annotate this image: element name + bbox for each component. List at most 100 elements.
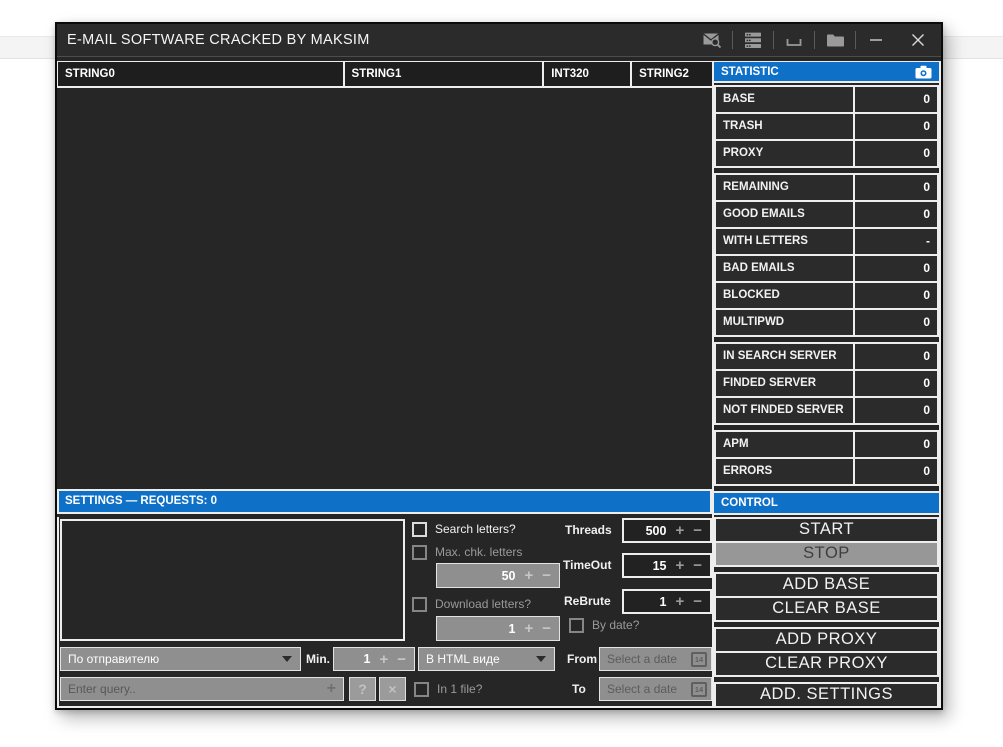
max-chk-letters-checkbox[interactable]: Max. chk. letters	[412, 544, 522, 560]
format-dropdown[interactable]: В HTML виде	[418, 647, 555, 671]
control-group-proxy: ADD PROXY CLEAR PROXY	[714, 627, 939, 677]
column-header-string2[interactable]: STRING2	[632, 62, 712, 88]
max-letters-stepper[interactable]: 50 + −	[436, 563, 560, 588]
results-list[interactable]	[57, 90, 712, 489]
stepper-value[interactable]: 500	[624, 524, 666, 538]
sender-dropdown[interactable]: По отправителю	[60, 647, 301, 671]
increment-icon[interactable]: +	[675, 558, 684, 573]
from-label: From	[567, 652, 597, 666]
stat-row: IN SEARCH SERVER0	[716, 344, 937, 369]
stepper-value[interactable]: 1	[334, 652, 370, 666]
decrement-icon[interactable]: −	[397, 652, 406, 667]
increment-icon[interactable]: +	[379, 652, 388, 667]
folder-icon[interactable]	[824, 30, 846, 50]
add-base-button[interactable]: ADD BASE	[716, 574, 937, 596]
min-label: Min.	[306, 652, 330, 666]
mail-search-icon[interactable]	[701, 30, 723, 50]
minimize-icon[interactable]	[865, 30, 887, 50]
stat-value: 0	[855, 459, 937, 484]
stat-label: MULTIPWD	[716, 310, 853, 335]
titlebar-separator	[855, 31, 856, 49]
from-date-picker[interactable]: Select a date 14	[599, 647, 712, 671]
stat-group-emails: REMAINING0 GOOD EMAILS0 WITH LETTERS- BA…	[714, 173, 939, 337]
add-query-icon[interactable]: +	[327, 681, 336, 697]
stat-row: NOT FINDED SERVER0	[716, 398, 937, 423]
increment-icon[interactable]: +	[675, 594, 684, 609]
checkbox-box[interactable]	[412, 545, 427, 560]
download-letters-checkbox[interactable]: Download letters?	[412, 596, 531, 612]
decrement-icon[interactable]: −	[542, 621, 551, 636]
in-one-file-checkbox[interactable]: In 1 file?	[414, 681, 482, 697]
clear-base-button[interactable]: CLEAR BASE	[716, 598, 937, 620]
stat-value: 0	[855, 371, 937, 396]
stat-label: TRASH	[716, 114, 853, 139]
stat-row: BASE0	[716, 87, 937, 112]
settings-header: SETTINGS — REQUESTS: 0	[57, 489, 712, 514]
stat-label: GOOD EMAILS	[716, 202, 853, 227]
titlebar-separator	[773, 31, 774, 49]
stat-value: 0	[855, 310, 937, 335]
increment-icon[interactable]: +	[524, 621, 533, 636]
increment-icon[interactable]: +	[675, 523, 684, 538]
timeout-stepper[interactable]: 15 + −	[622, 553, 712, 578]
stat-value: 0	[855, 432, 937, 457]
tray-icon[interactable]	[783, 30, 805, 50]
stat-value: 0	[855, 175, 937, 200]
stepper-value[interactable]: 50	[437, 569, 515, 583]
add-settings-button[interactable]: ADD. SETTINGS	[716, 684, 937, 706]
stepper-value[interactable]: 1	[437, 622, 515, 636]
increment-icon[interactable]: +	[524, 568, 533, 583]
dropdown-value: По отправителю	[61, 652, 282, 666]
settings-panel: Search letters? Max. chk. letters 50 + −…	[57, 517, 712, 708]
decrement-icon[interactable]: −	[542, 568, 551, 583]
camera-icon[interactable]	[915, 65, 932, 79]
column-header-string1[interactable]: STRING1	[345, 62, 545, 88]
decrement-icon[interactable]: −	[693, 594, 702, 609]
download-count-stepper[interactable]: 1 + −	[436, 616, 560, 641]
decrement-icon[interactable]: −	[693, 523, 702, 538]
stepper-value[interactable]: 1	[624, 595, 666, 609]
clear-proxy-button[interactable]: CLEAR PROXY	[716, 653, 937, 675]
stat-value: 0	[855, 398, 937, 423]
checkbox-box[interactable]	[569, 618, 584, 633]
threads-label: Threads	[565, 523, 612, 537]
checkbox-box[interactable]	[412, 522, 427, 537]
stepper-value[interactable]: 15	[624, 559, 666, 573]
threads-stepper[interactable]: 500 + −	[622, 518, 712, 543]
decrement-icon[interactable]: −	[693, 558, 702, 573]
window-title: E-MAIL SOFTWARE CRACKED BY MAKSIM	[57, 32, 370, 48]
rebrute-label: ReBrute	[564, 594, 611, 608]
checkbox-label: Max. chk. letters	[435, 545, 522, 559]
checkbox-box[interactable]	[414, 682, 429, 697]
column-header-string0[interactable]: STRING0	[58, 62, 345, 88]
dropdown-value: В HTML виде	[419, 652, 536, 666]
date-placeholder: Select a date	[600, 652, 691, 666]
checkbox-box[interactable]	[412, 597, 427, 612]
stat-group-misc: APM0 ERRORS0	[714, 430, 939, 486]
stat-label: BASE	[716, 87, 853, 112]
min-stepper[interactable]: 1 + −	[333, 647, 415, 671]
to-date-picker[interactable]: Select a date 14	[599, 677, 712, 701]
server-list-icon[interactable]	[742, 30, 764, 50]
add-proxy-button[interactable]: ADD PROXY	[716, 629, 937, 651]
stat-row: WITH LETTERS-	[716, 229, 937, 254]
query-help-button[interactable]: ?	[349, 677, 376, 701]
calendar-icon: 14	[691, 682, 707, 697]
rebrute-stepper[interactable]: 1 + −	[622, 589, 712, 614]
settings-listbox[interactable]	[60, 519, 405, 641]
stop-button[interactable]: STOP	[716, 543, 937, 565]
titlebar[interactable]: E-MAIL SOFTWARE CRACKED BY MAKSIM	[57, 24, 941, 57]
stat-row: PROXY0	[716, 141, 937, 166]
start-button[interactable]: START	[716, 519, 937, 541]
desktop-background: E-MAIL SOFTWARE CRACKED BY MAKSIM	[0, 0, 1003, 747]
column-header-int320[interactable]: INT320	[544, 62, 632, 88]
query-input[interactable]: Enter query.. +	[60, 677, 344, 701]
by-date-checkbox[interactable]: By date?	[569, 617, 639, 633]
query-clear-button[interactable]: ×	[379, 677, 406, 701]
stat-row: BAD EMAILS0	[716, 256, 937, 281]
results-table-header: STRING0 STRING1 INT320 STRING2	[57, 61, 712, 88]
close-icon[interactable]	[907, 30, 929, 50]
search-letters-checkbox[interactable]: Search letters?	[412, 521, 516, 537]
control-group-base: ADD BASE CLEAR BASE	[714, 572, 939, 622]
chevron-down-icon	[282, 656, 292, 662]
